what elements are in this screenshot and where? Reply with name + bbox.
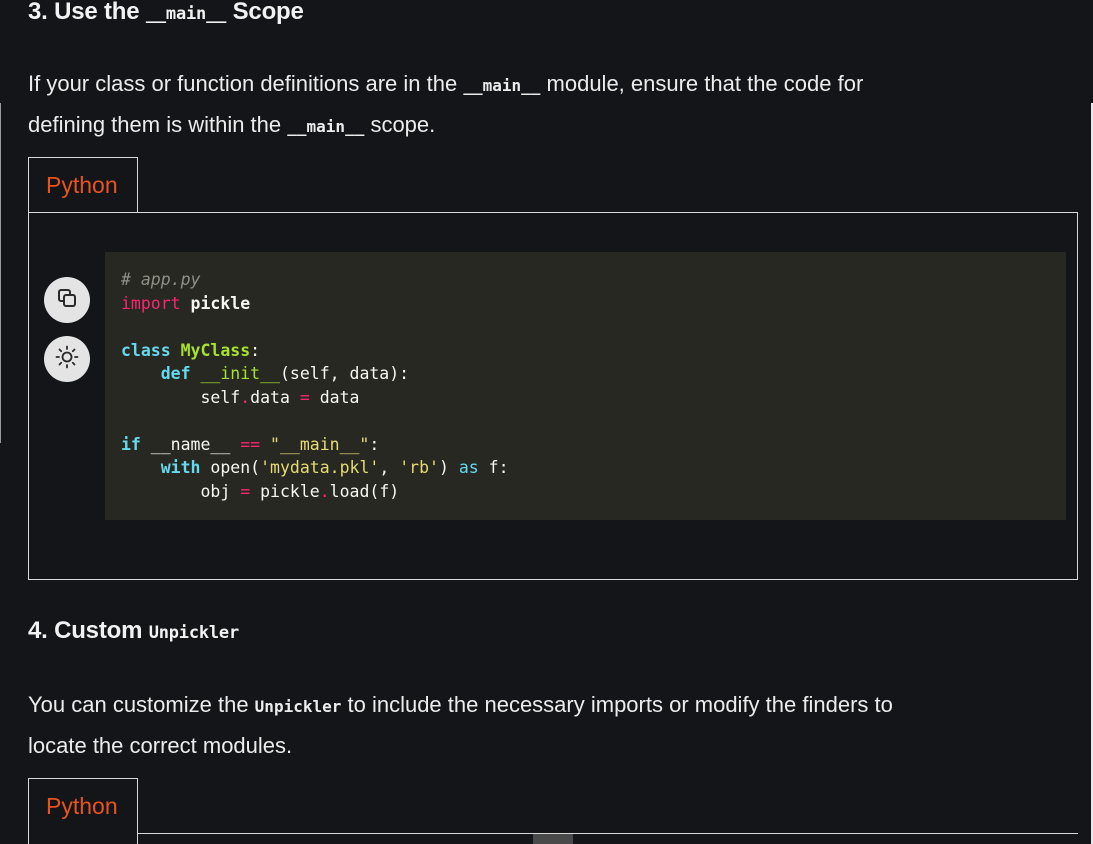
code-line: with open('mydata.pkl', 'rb') as f: <box>121 456 1066 480</box>
tab-python-2[interactable]: Python <box>28 778 138 844</box>
code-op: == <box>230 434 271 454</box>
para-text: locate the correct modules. <box>28 733 293 758</box>
para-text: module, ensure that the code for <box>540 71 864 96</box>
code-block-2-edge <box>533 834 573 844</box>
code-op: . <box>240 387 251 407</box>
section-3-paragraph: If your class or function definitions ar… <box>28 64 863 146</box>
code-ident: __name__ <box>140 434 231 454</box>
code-ident: load(f) <box>329 481 400 501</box>
para-text: You can customize the <box>28 692 255 717</box>
inline-code: Unpickler <box>254 697 342 716</box>
code-func-name: __init__ <box>190 364 280 383</box>
code-string: 'mydata.pkl' <box>260 458 380 477</box>
tab-label: Python <box>46 172 118 198</box>
code-string: "__main__" <box>270 434 370 454</box>
code-block[interactable]: # app.py import pickle class MyClass: de… <box>105 252 1066 520</box>
code-keyword: def <box>160 364 191 383</box>
inline-code: __main__ <box>287 117 365 136</box>
code-ident: pickle <box>260 481 320 501</box>
code-string: 'rb' <box>399 458 439 477</box>
code-ident: self <box>200 387 241 407</box>
code-keyword: import <box>121 293 181 313</box>
code-line: def __init__(self, data): <box>121 362 1066 386</box>
heading-code: Unpickler <box>148 623 240 643</box>
code-keyword: if <box>121 434 141 454</box>
theme-toggle-button[interactable] <box>44 336 90 382</box>
code-ident: open( <box>200 458 261 477</box>
inline-code: __main__ <box>463 76 541 95</box>
heading-tail: Scope <box>226 0 304 25</box>
code-punct: : <box>369 434 380 454</box>
code-line: class MyClass: <box>121 339 1066 363</box>
para-text: to include the necessary imports or modi… <box>341 692 893 717</box>
code-panel-2-top-border <box>137 833 1078 834</box>
code-line: obj = pickle.load(f) <box>121 480 1066 504</box>
heading-text: 3. Use the <box>28 0 146 25</box>
code-line: import pickle <box>121 292 1066 316</box>
code-keyword: with <box>160 458 201 477</box>
heading-text: 4. Custom <box>28 617 149 644</box>
code-punct: ) <box>438 458 459 477</box>
code-punct: : <box>250 340 261 360</box>
code-ident: data <box>319 387 360 407</box>
code-ident: f: <box>478 458 509 477</box>
code-module: pickle <box>180 293 251 313</box>
code-keyword: as <box>458 458 479 477</box>
code-punct: , <box>379 458 400 477</box>
code-op: . <box>319 481 330 501</box>
code-comment: # app.py <box>121 270 201 289</box>
code-line: # app.py <box>121 268 1066 292</box>
code-ident: data <box>250 387 290 407</box>
code-op: = <box>289 387 320 407</box>
copy-icon <box>56 287 78 314</box>
code-keyword: class <box>121 340 171 360</box>
para-text: defining them is within the <box>28 112 288 137</box>
left-edge-line <box>0 103 1 443</box>
code-line: self.data = data <box>121 386 1066 410</box>
tab-label: Python <box>46 793 118 819</box>
code-line: if __name__ == "__main__": <box>121 433 1066 457</box>
para-text: scope. <box>364 112 436 137</box>
section-3-heading: 3. Use the __main__ Scope <box>28 0 304 26</box>
copy-button[interactable] <box>44 277 90 323</box>
code-args: (self, data): <box>279 364 410 383</box>
code-ident: obj <box>200 481 231 501</box>
section-4-paragraph: You can customize the Unpickler to inclu… <box>28 685 893 765</box>
code-class-name: MyClass <box>170 340 251 360</box>
section-4-heading: 4. Custom Unpickler <box>28 617 239 645</box>
tab-python[interactable]: Python <box>28 157 138 212</box>
heading-code: __main__ <box>145 4 227 24</box>
para-text: If your class or function definitions ar… <box>28 71 464 96</box>
sun-icon <box>55 345 79 374</box>
code-op: = <box>230 481 261 501</box>
